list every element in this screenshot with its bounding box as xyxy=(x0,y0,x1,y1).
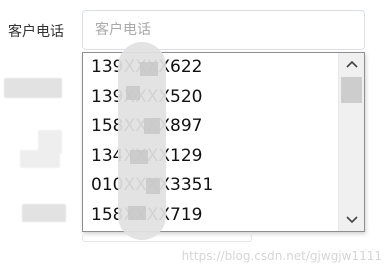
blurred-label xyxy=(20,150,60,168)
mask-pixel xyxy=(140,62,158,76)
scrollbar-thumb[interactable] xyxy=(341,77,362,103)
customer-phone-input[interactable] xyxy=(83,11,364,49)
chevron-down-icon[interactable] xyxy=(339,209,365,231)
mask-pixel xyxy=(144,118,160,134)
mask-pixel xyxy=(126,86,140,100)
background-field xyxy=(82,234,252,242)
chevron-up-icon[interactable] xyxy=(339,53,365,75)
blurred-label xyxy=(4,78,62,98)
watermark: https://blog.csdn.net/gjwgjw1111 xyxy=(181,249,382,263)
mask-pixel xyxy=(146,178,160,194)
mask-pixel xyxy=(130,150,148,164)
mask-pixel xyxy=(128,206,146,220)
blurred-label xyxy=(22,204,66,222)
privacy-mask xyxy=(118,42,166,240)
dropdown-scrollbar[interactable] xyxy=(338,53,364,231)
customer-phone-input-wrapper[interactable] xyxy=(82,10,365,50)
customer-phone-label: 客户电话 xyxy=(8,24,64,40)
